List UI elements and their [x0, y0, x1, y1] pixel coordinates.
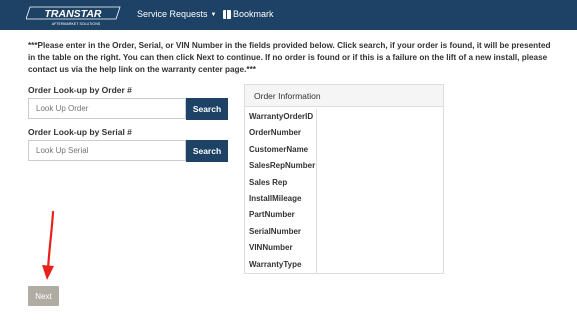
order-search-button[interactable]: Search	[186, 98, 228, 120]
order-information-panel: Order Information WarrantyOrderID OrderN…	[244, 84, 444, 274]
order-information-table: WarrantyOrderID OrderNumber CustomerName…	[247, 109, 317, 273]
field-label: SalesRepNumber	[249, 161, 316, 171]
next-button[interactable]: Next	[28, 286, 59, 306]
field-label: OrderNumber	[249, 128, 302, 138]
transtar-logo[interactable]: TRANSTAR AFTERMARKET SOLUTIONS	[26, 5, 122, 26]
field-label: VINNumber	[249, 243, 293, 253]
field-label: Sales Rep	[249, 177, 288, 187]
order-lookup-input[interactable]	[28, 98, 186, 119]
order-information-title: Order Information	[245, 85, 443, 107]
book-icon	[223, 9, 231, 19]
field-label: PartNumber	[249, 210, 295, 220]
caret-down-icon: ▼	[210, 12, 217, 18]
serial-lookup-label: Order Look-up by Serial #	[28, 127, 132, 137]
nav-service-requests[interactable]: Service Requests ▼	[137, 9, 217, 19]
instructions-text: ***Please enter in the Order, Serial, or…	[28, 41, 551, 75]
top-navbar: TRANSTAR AFTERMARKET SOLUTIONS Service R…	[0, 0, 577, 30]
order-lookup-label: Order Look-up by Order #	[28, 85, 132, 95]
field-label: CustomerName	[249, 144, 309, 154]
serial-search-button[interactable]: Search	[186, 140, 228, 162]
nav-service-requests-label: Service Requests	[137, 9, 208, 19]
field-label: InstallMileage	[249, 193, 302, 203]
logo-subtext: AFTERMARKET SOLUTIONS	[52, 22, 101, 26]
nav-bookmark[interactable]: Bookmark	[223, 9, 274, 19]
red-arrow-icon	[42, 210, 55, 280]
field-label: WarrantyOrderID	[249, 112, 314, 121]
serial-lookup-input[interactable]	[28, 140, 186, 161]
nav-bookmark-label: Bookmark	[233, 9, 274, 19]
field-label: WarrantyType	[249, 259, 302, 269]
logo-text: TRANSTAR	[45, 8, 102, 20]
field-label: SerialNumber	[249, 226, 302, 236]
